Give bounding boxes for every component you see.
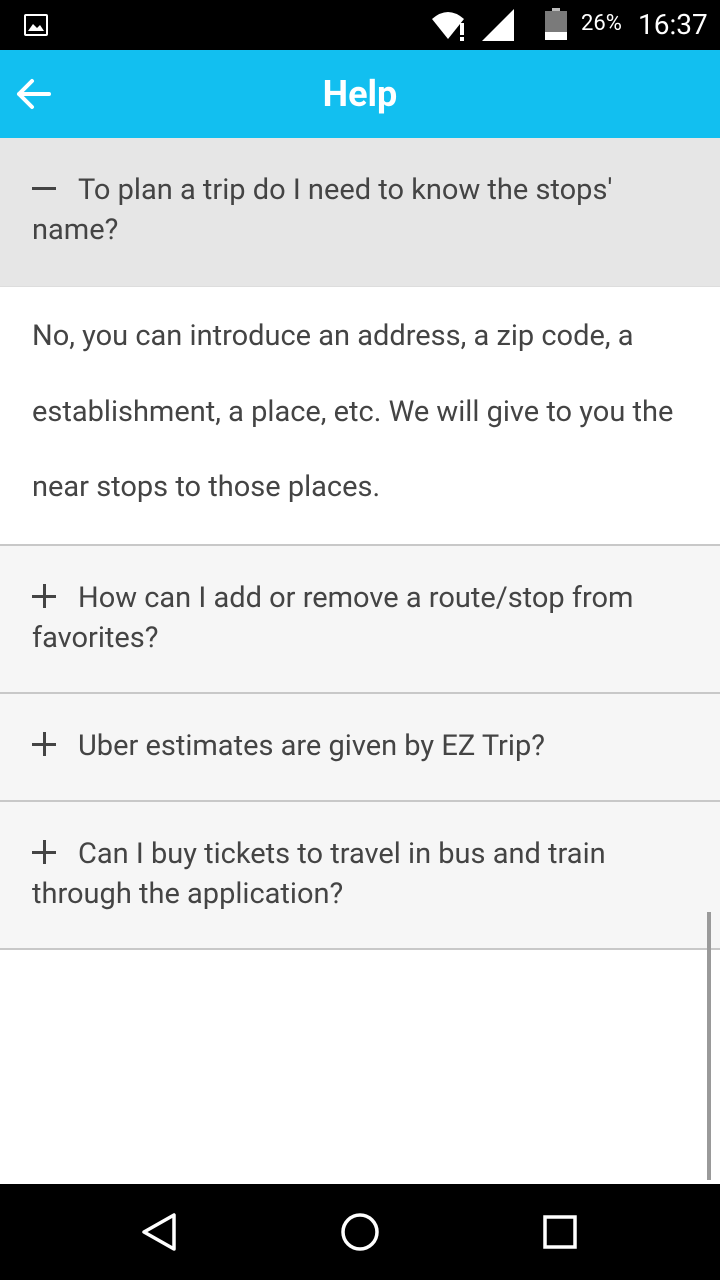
home-circle-icon[interactable] [340, 1212, 380, 1252]
status-bar: 26% 16:37 [0, 0, 720, 50]
signal-icon [482, 9, 514, 41]
system-nav-bar [0, 1184, 720, 1280]
battery-percentage: 26% [581, 11, 622, 36]
scrollbar[interactable] [707, 912, 711, 1180]
plus-icon [32, 839, 58, 866]
arrow-left-icon [17, 79, 51, 109]
recents-square-icon[interactable] [543, 1215, 577, 1249]
minus-icon [32, 176, 58, 202]
status-clock: 16:37 [638, 8, 708, 41]
gallery-icon [24, 14, 48, 36]
faq-list: To plan a trip do I need to know the sto… [0, 138, 720, 950]
faq-answer: No, you can introduce an address, a zip … [0, 286, 720, 544]
app-bar: Help [0, 50, 720, 138]
faq-question-text: Can I buy tickets to travel in bus and t… [32, 836, 606, 911]
faq-item: How can I add or remove a route/stop fro… [0, 545, 720, 694]
back-button[interactable] [8, 68, 60, 120]
plus-icon [32, 731, 58, 758]
faq-item: To plan a trip do I need to know the sto… [0, 138, 720, 546]
faq-question-text: To plan a trip do I need to know the sto… [32, 173, 613, 247]
faq-question-header[interactable]: Can I buy tickets to travel in bus and t… [0, 801, 720, 948]
faq-question-text: Uber estimates are given by EZ Trip? [78, 728, 545, 763]
back-triangle-icon[interactable] [140, 1212, 178, 1252]
plus-icon [32, 583, 58, 610]
battery-icon [545, 8, 567, 40]
wifi-icon [432, 12, 464, 41]
faq-question-text: How can I add or remove a route/stop fro… [32, 580, 634, 655]
page-title: Help [322, 73, 398, 115]
faq-question-header[interactable]: Uber estimates are given by EZ Trip? [0, 693, 720, 800]
faq-question-header[interactable]: To plan a trip do I need to know the sto… [0, 138, 720, 286]
faq-question-header[interactable]: How can I add or remove a route/stop fro… [0, 545, 720, 692]
faq-item: Uber estimates are given by EZ Trip? [0, 693, 720, 802]
faq-item: Can I buy tickets to travel in bus and t… [0, 801, 720, 950]
